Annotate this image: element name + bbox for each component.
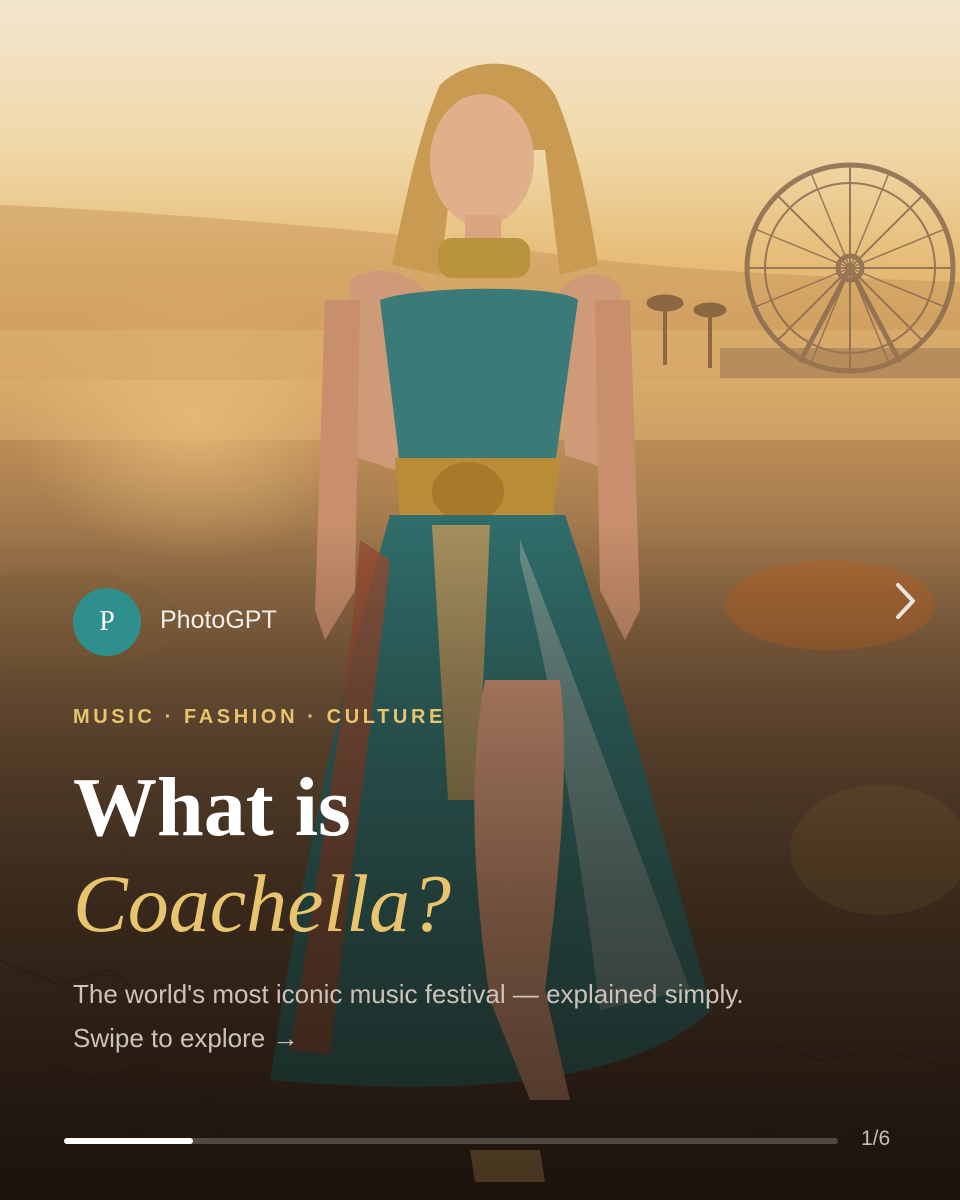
category-tags: MUSIC · FASHION · CULTURE bbox=[73, 706, 446, 728]
author-name[interactable]: PhotoGPT bbox=[160, 606, 277, 635]
author-avatar[interactable]: P bbox=[73, 588, 141, 656]
slide-progress-fill bbox=[64, 1138, 194, 1144]
festival-structures bbox=[720, 348, 960, 378]
swipe-prompt[interactable]: Swipe to explore → bbox=[73, 1023, 298, 1054]
headline-line-2: Coachella? bbox=[73, 858, 452, 949]
subtitle: The world's most iconic music festival —… bbox=[73, 979, 744, 1009]
slide-progress-bar bbox=[64, 1138, 838, 1144]
avatar-initial: P bbox=[99, 606, 115, 637]
next-slide-button[interactable] bbox=[888, 580, 924, 622]
carousel-slide[interactable]: P PhotoGPT MUSIC · FASHION · CULTURE Wha… bbox=[0, 0, 960, 1200]
background-photo bbox=[0, 63, 960, 1182]
ferris-wheel bbox=[744, 162, 956, 374]
desert-shrub bbox=[790, 785, 960, 915]
slide-counter: 1/6 bbox=[861, 1127, 891, 1150]
chevron-right-icon bbox=[896, 583, 915, 619]
headline-line-1: What is bbox=[73, 761, 351, 854]
